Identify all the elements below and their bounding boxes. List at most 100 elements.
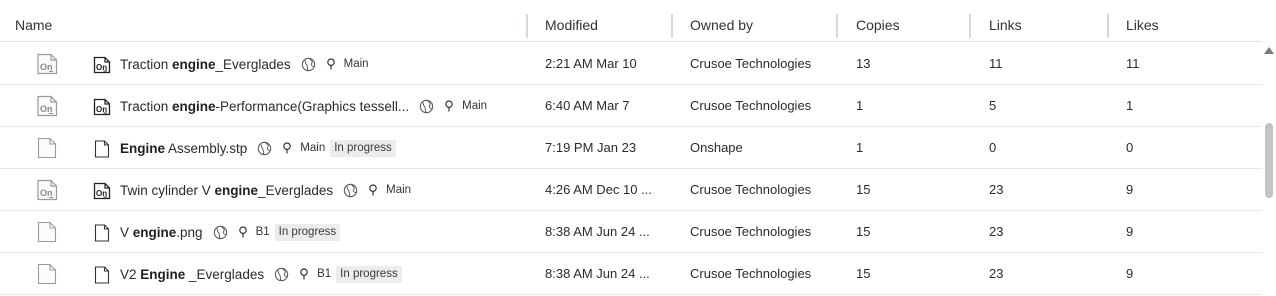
document-name[interactable]: Twin cylinder V engine_Everglades <box>120 183 333 198</box>
likes-cell: 11 <box>1126 56 1140 71</box>
table-row[interactable]: On On Twin cylinder V engine_Everglades Mai… <box>0 169 1262 211</box>
scroll-up-arrow-icon[interactable] <box>1264 47 1274 54</box>
column-header-links[interactable]: Links <box>989 0 1022 42</box>
branch-name: B1 <box>255 226 270 238</box>
document-name-cell[interactable]: Engine Assembly.stp Main In progress <box>120 127 396 169</box>
file-thumbnail-icon <box>36 263 58 285</box>
document-name-cell[interactable]: V2 Engine _Everglades B1 In progress <box>120 253 402 295</box>
name-text: -Performance(Graphics tessell... <box>215 98 410 114</box>
document-name[interactable]: V2 Engine _Everglades <box>120 267 264 282</box>
document-thumbnail-icon: On <box>36 179 58 201</box>
name-text: Traction <box>120 56 173 72</box>
modified-cell: 8:38 AM Jun 24 ... <box>545 224 650 239</box>
branch-label: B1 <box>238 226 270 238</box>
document-name-cell[interactable]: Traction engine_Everglades Main <box>120 43 369 85</box>
globe-icon <box>274 267 289 282</box>
status-badge: In progress <box>336 265 402 283</box>
table-row[interactable]: V2 Engine _Everglades B1 In progress 8:38 A… <box>0 253 1262 295</box>
column-header-copies[interactable]: Copies <box>856 0 900 42</box>
branch-pin-icon <box>282 142 296 154</box>
branch-name: Main <box>343 58 369 70</box>
branch-pin-icon <box>299 268 313 280</box>
globe-icon <box>343 183 358 198</box>
name-text: Twin cylinder V <box>120 182 215 198</box>
links-cell: 5 <box>989 98 997 113</box>
name-text: _Everglades <box>215 56 291 72</box>
onshape-document-icon: On <box>93 98 111 116</box>
column-resize-handle[interactable] <box>969 14 971 38</box>
owner-cell: Crusoe Technologies <box>690 266 812 281</box>
owner-cell: Crusoe Technologies <box>690 182 812 197</box>
branch-name: Main <box>300 142 326 154</box>
globe-icon <box>257 141 272 156</box>
name-text: _Everglades <box>258 182 334 198</box>
column-resize-handle[interactable] <box>836 14 838 38</box>
name-match-highlight: engine <box>132 224 177 240</box>
modified-cell: 8:38 AM Jun 24 ... <box>545 266 650 281</box>
column-header-modified[interactable]: Modified <box>545 0 598 42</box>
name-match-highlight: engine <box>172 56 216 72</box>
table-row[interactable]: On On Traction engine_Everglades Main 2:21 A… <box>0 43 1262 85</box>
table-row[interactable]: V engine.png B1 In progress 8:38 AM Jun 24 … <box>0 211 1262 253</box>
name-text: Traction <box>120 98 173 114</box>
branch-name: Main <box>386 184 412 196</box>
likes-cell: 1 <box>1126 98 1134 113</box>
branch-label: Main <box>444 100 487 112</box>
document-name[interactable]: Engine Assembly.stp <box>120 141 247 156</box>
name-match-highlight: engine <box>214 182 259 198</box>
branch-pin-icon <box>444 100 458 112</box>
document-name[interactable]: Traction engine_Everglades <box>120 57 291 72</box>
file-icon <box>93 224 111 242</box>
column-header-name[interactable]: Name <box>15 0 52 42</box>
status-badge: In progress <box>330 139 396 157</box>
owner-cell: Crusoe Technologies <box>690 56 812 71</box>
branch-name: Main <box>462 100 488 112</box>
copies-cell: 1 <box>856 140 864 155</box>
owner-cell: Onshape <box>690 140 743 155</box>
table-row[interactable]: Engine Assembly.stp Main In progress 7:19 P… <box>0 127 1262 169</box>
globe-icon <box>301 57 316 72</box>
globe-icon <box>419 99 434 114</box>
table-row[interactable]: On On Traction engine-Performance(Graphics… <box>0 85 1262 127</box>
links-cell: 23 <box>989 182 1004 197</box>
links-cell: 11 <box>989 56 1003 71</box>
column-header-likes[interactable]: Likes <box>1126 0 1159 42</box>
status-badge: In progress <box>274 223 341 241</box>
modified-cell: 6:40 AM Mar 7 <box>545 98 630 113</box>
document-name-cell[interactable]: V engine.png B1 In progress <box>120 211 341 253</box>
name-text: .png <box>176 224 203 240</box>
scrollbar-thumb[interactable] <box>1265 123 1273 198</box>
likes-cell: 9 <box>1126 182 1134 197</box>
branch-label: Main <box>326 58 369 70</box>
modified-cell: 4:26 AM Dec 10 ... <box>545 182 652 197</box>
copies-cell: 15 <box>856 266 871 281</box>
file-icon <box>93 266 111 284</box>
column-resize-handle[interactable] <box>526 14 528 38</box>
document-name-cell[interactable]: Traction engine-Performance(Graphics tes… <box>120 85 487 127</box>
copies-cell: 15 <box>856 182 871 197</box>
document-name-cell[interactable]: Twin cylinder V engine_Everglades Main <box>120 169 411 211</box>
globe-icon <box>213 225 228 240</box>
document-thumbnail-icon: On <box>36 53 58 75</box>
name-text: _Everglades <box>185 266 265 282</box>
column-resize-handle[interactable] <box>671 14 673 38</box>
links-cell: 0 <box>989 140 997 155</box>
branch-label: B1 <box>299 268 331 280</box>
table-header: Name Modified Owned by Copies Links Like… <box>0 0 1262 42</box>
column-resize-handle[interactable] <box>1107 14 1109 38</box>
svg-text:On: On <box>40 188 53 198</box>
links-cell: 23 <box>989 266 1004 281</box>
branch-pin-icon <box>238 226 252 238</box>
likes-cell: 9 <box>1126 224 1134 239</box>
column-header-owned-by[interactable]: Owned by <box>690 0 753 42</box>
svg-text:On: On <box>40 62 53 72</box>
document-name[interactable]: V engine.png <box>120 225 203 240</box>
document-name[interactable]: Traction engine-Performance(Graphics tes… <box>120 99 409 114</box>
modified-cell: 7:19 PM Jan 23 <box>545 140 637 155</box>
name-match-highlight: Engine <box>120 140 166 156</box>
owner-cell: Crusoe Technologies <box>690 98 812 113</box>
branch-label: Main <box>282 142 325 154</box>
owner-cell: Crusoe Technologies <box>690 224 812 239</box>
name-match-highlight: engine <box>172 98 216 114</box>
branch-label: Main <box>368 184 411 196</box>
